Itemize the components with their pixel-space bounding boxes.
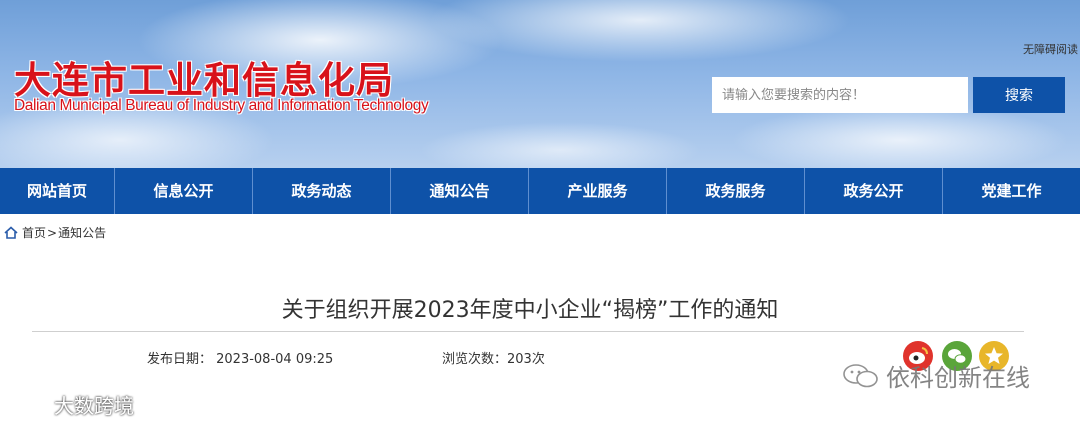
breadcrumb-home-link[interactable]: 首页 — [22, 224, 46, 241]
watermark-left-text: 大数跨境 — [54, 394, 134, 418]
wechat-watermark-icon — [843, 363, 878, 387]
main-navigation: 网站首页 信息公开 政务动态 通知公告 产业服务 政务服务 政务公开 党建工作 — [0, 168, 1080, 214]
header-banner: 大连市工业和信息化局 Dalian Municipal Bureau of In… — [0, 0, 1080, 168]
watermark-right: 依科创新在线 — [842, 358, 1030, 393]
breadcrumb-current-link[interactable]: 通知公告 — [58, 224, 106, 241]
site-logo-chinese[interactable]: 大连市工业和信息化局 — [14, 50, 394, 104]
publish-date: 发布日期： 2023-08-04 09:25 — [147, 352, 334, 367]
nav-item-party-building[interactable]: 党建工作 — [943, 168, 1080, 214]
breadcrumb: 首页 > 通知公告 — [4, 224, 106, 241]
watermark-logo-icon — [10, 396, 45, 413]
nav-item-home[interactable]: 网站首页 — [0, 168, 115, 214]
search-button[interactable]: 搜索 — [973, 77, 1065, 113]
search-input[interactable] — [712, 77, 968, 113]
breadcrumb-separator: > — [47, 225, 58, 240]
nav-item-industry-services[interactable]: 产业服务 — [529, 168, 667, 214]
watermark-right-text: 依科创新在线 — [886, 364, 1030, 392]
page: 大连市工业和信息化局 Dalian Municipal Bureau of In… — [0, 0, 1080, 422]
home-icon — [4, 226, 18, 239]
nav-item-government-services[interactable]: 政务服务 — [667, 168, 805, 214]
nav-item-info-disclosure[interactable]: 信息公开 — [115, 168, 253, 214]
article-title: 关于组织开展2023年度中小企业“揭榜”工作的通知 — [281, 298, 779, 323]
accessibility-reading-link[interactable]: 无障碍阅读 — [1023, 41, 1078, 57]
site-logo-english[interactable]: Dalian Municipal Bureau of Industry and … — [14, 97, 429, 115]
nav-item-notices[interactable]: 通知公告 — [391, 168, 529, 214]
view-count: 浏览次数：203次 — [442, 352, 545, 367]
nav-item-government-affairs[interactable]: 政务公开 — [805, 168, 943, 214]
watermark-left: 大数跨境 — [8, 390, 134, 419]
title-divider — [32, 331, 1024, 332]
nav-item-government-news[interactable]: 政务动态 — [253, 168, 391, 214]
